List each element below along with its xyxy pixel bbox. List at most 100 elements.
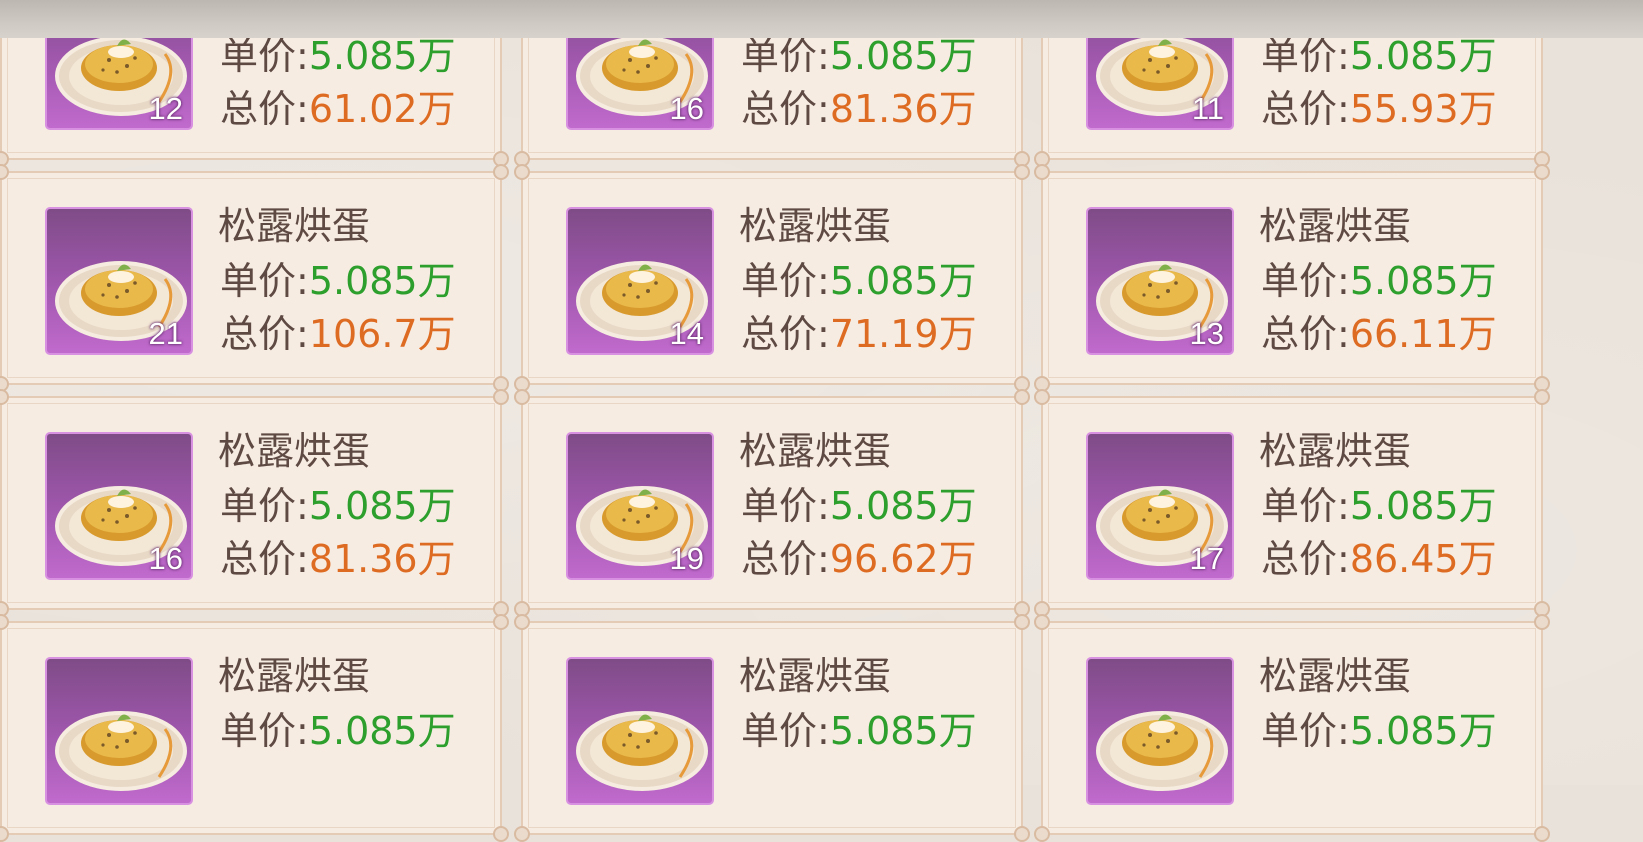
total-price-label: 总价:: [741, 537, 830, 581]
listing-card[interactable]: 17 松露烘蛋 单价:5.085万 总价:86.45万: [1034, 389, 1550, 617]
total-price-value: 86.45万: [1349, 537, 1497, 581]
unit-price-label: 单价:: [741, 484, 830, 528]
item-quantity: 21: [148, 316, 183, 351]
card-corner-ornament: [1034, 164, 1050, 180]
item-icon-slot[interactable]: 13: [1086, 207, 1234, 355]
total-price-row: 总价:81.36万: [220, 536, 456, 582]
truffle-omelette-plate-icon: [576, 711, 708, 791]
unit-price-label: 单价:: [741, 259, 830, 303]
listing-card[interactable]: 松露烘蛋 单价:5.085万: [514, 614, 1030, 842]
unit-price-row: 单价:5.085万: [1261, 708, 1497, 754]
card-corner-ornament: [0, 614, 9, 630]
total-price-value: 71.19万: [829, 312, 977, 356]
card-corner-ornament: [493, 164, 509, 180]
unit-price-label: 单价:: [220, 259, 309, 303]
unit-price-value: 5.085万: [1349, 709, 1497, 753]
total-price-row: 总价:61.02万: [220, 86, 456, 132]
unit-price-row: 单价:5.085万: [741, 258, 977, 304]
card-corner-ornament: [0, 389, 9, 405]
listing-card[interactable]: 19 松露烘蛋 单价:5.085万 总价:96.62万: [514, 389, 1030, 617]
unit-price-value: 5.085万: [308, 259, 456, 303]
total-price-value: 66.11万: [1349, 312, 1497, 356]
total-price-value: 96.62万: [829, 537, 977, 581]
card-corner-ornament: [493, 614, 509, 630]
item-name: 松露烘蛋: [1259, 204, 1412, 248]
item-quantity: 16: [669, 91, 704, 126]
item-icon-slot[interactable]: 16: [45, 432, 193, 580]
listing-card[interactable]: 松露烘蛋 单价:5.085万: [0, 614, 509, 842]
total-price-label: 总价:: [1261, 87, 1350, 131]
item-icon-slot[interactable]: [45, 657, 193, 805]
unit-price-value: 5.085万: [308, 709, 456, 753]
total-price-label: 总价:: [220, 312, 309, 356]
card-corner-ornament: [1014, 389, 1030, 405]
card-corner-ornament: [493, 826, 509, 842]
total-price-value: 55.93万: [1349, 87, 1497, 131]
unit-price-row: 单价:5.085万: [220, 33, 456, 79]
total-price-label: 总价:: [741, 87, 830, 131]
listing-card[interactable]: 松露烘蛋 单价:5.085万: [1034, 614, 1550, 842]
card-corner-ornament: [1534, 389, 1550, 405]
item-icon-slot[interactable]: 19: [566, 432, 714, 580]
card-corner-ornament: [514, 389, 530, 405]
total-price-value: 81.36万: [829, 87, 977, 131]
total-price-label: 总价:: [1261, 537, 1350, 581]
market-listing-grid: 12 单价:5.085万 总价:61.02万 16 单价:5.085万 总价:8…: [0, 0, 1643, 842]
card-corner-ornament: [1014, 614, 1030, 630]
unit-price-label: 单价:: [220, 484, 309, 528]
card-corner-ornament: [1014, 826, 1030, 842]
unit-price-row: 单价:5.085万: [741, 33, 977, 79]
unit-price-row: 单价:5.085万: [741, 708, 977, 754]
item-icon-slot[interactable]: [1086, 657, 1234, 805]
item-quantity: 14: [669, 316, 704, 351]
item-name: 松露烘蛋: [739, 654, 892, 698]
unit-price-value: 5.085万: [829, 259, 977, 303]
unit-price-value: 5.085万: [1349, 34, 1497, 78]
unit-price-row: 单价:5.085万: [220, 708, 456, 754]
unit-price-label: 单价:: [1261, 259, 1350, 303]
total-price-row: 总价:86.45万: [1261, 536, 1497, 582]
unit-price-value: 5.085万: [829, 484, 977, 528]
item-quantity: 16: [148, 541, 183, 576]
unit-price-row: 单价:5.085万: [1261, 483, 1497, 529]
unit-price-label: 单价:: [1261, 709, 1350, 753]
card-corner-ornament: [1034, 826, 1050, 842]
card-corner-ornament: [1034, 614, 1050, 630]
item-icon-slot[interactable]: 14: [566, 207, 714, 355]
unit-price-row: 单价:5.085万: [220, 483, 456, 529]
unit-price-value: 5.085万: [308, 34, 456, 78]
card-corner-ornament: [1534, 164, 1550, 180]
total-price-label: 总价:: [220, 537, 309, 581]
unit-price-row: 单价:5.085万: [220, 258, 456, 304]
listing-card[interactable]: 16 松露烘蛋 单价:5.085万 总价:81.36万: [0, 389, 509, 617]
card-corner-ornament: [493, 389, 509, 405]
unit-price-label: 单价:: [220, 34, 309, 78]
item-name: 松露烘蛋: [218, 654, 371, 698]
card-corner-ornament: [0, 826, 9, 842]
truffle-omelette-plate-icon: [1096, 711, 1228, 791]
total-price-row: 总价:71.19万: [741, 311, 977, 357]
unit-price-row: 单价:5.085万: [1261, 258, 1497, 304]
item-name: 松露烘蛋: [739, 429, 892, 473]
listing-card[interactable]: 21 松露烘蛋 单价:5.085万 总价:106.7万: [0, 164, 509, 392]
card-corner-ornament: [0, 164, 9, 180]
total-price-row: 总价:55.93万: [1261, 86, 1497, 132]
unit-price-label: 单价:: [1261, 34, 1350, 78]
unit-price-value: 5.085万: [829, 34, 977, 78]
item-icon-slot[interactable]: 21: [45, 207, 193, 355]
listing-card[interactable]: 14 松露烘蛋 单价:5.085万 总价:71.19万: [514, 164, 1030, 392]
total-price-label: 总价:: [220, 87, 309, 131]
item-icon-slot[interactable]: [566, 657, 714, 805]
unit-price-label: 单价:: [1261, 484, 1350, 528]
item-quantity: 12: [148, 91, 183, 126]
listing-card[interactable]: 13 松露烘蛋 单价:5.085万 总价:66.11万: [1034, 164, 1550, 392]
total-price-row: 总价:106.7万: [220, 311, 456, 357]
item-name: 松露烘蛋: [218, 429, 371, 473]
unit-price-value: 5.085万: [1349, 484, 1497, 528]
item-icon-slot[interactable]: 17: [1086, 432, 1234, 580]
total-price-value: 61.02万: [308, 87, 456, 131]
card-corner-ornament: [1034, 389, 1050, 405]
item-name: 松露烘蛋: [739, 204, 892, 248]
total-price-value: 106.7万: [308, 312, 456, 356]
total-price-label: 总价:: [1261, 312, 1350, 356]
